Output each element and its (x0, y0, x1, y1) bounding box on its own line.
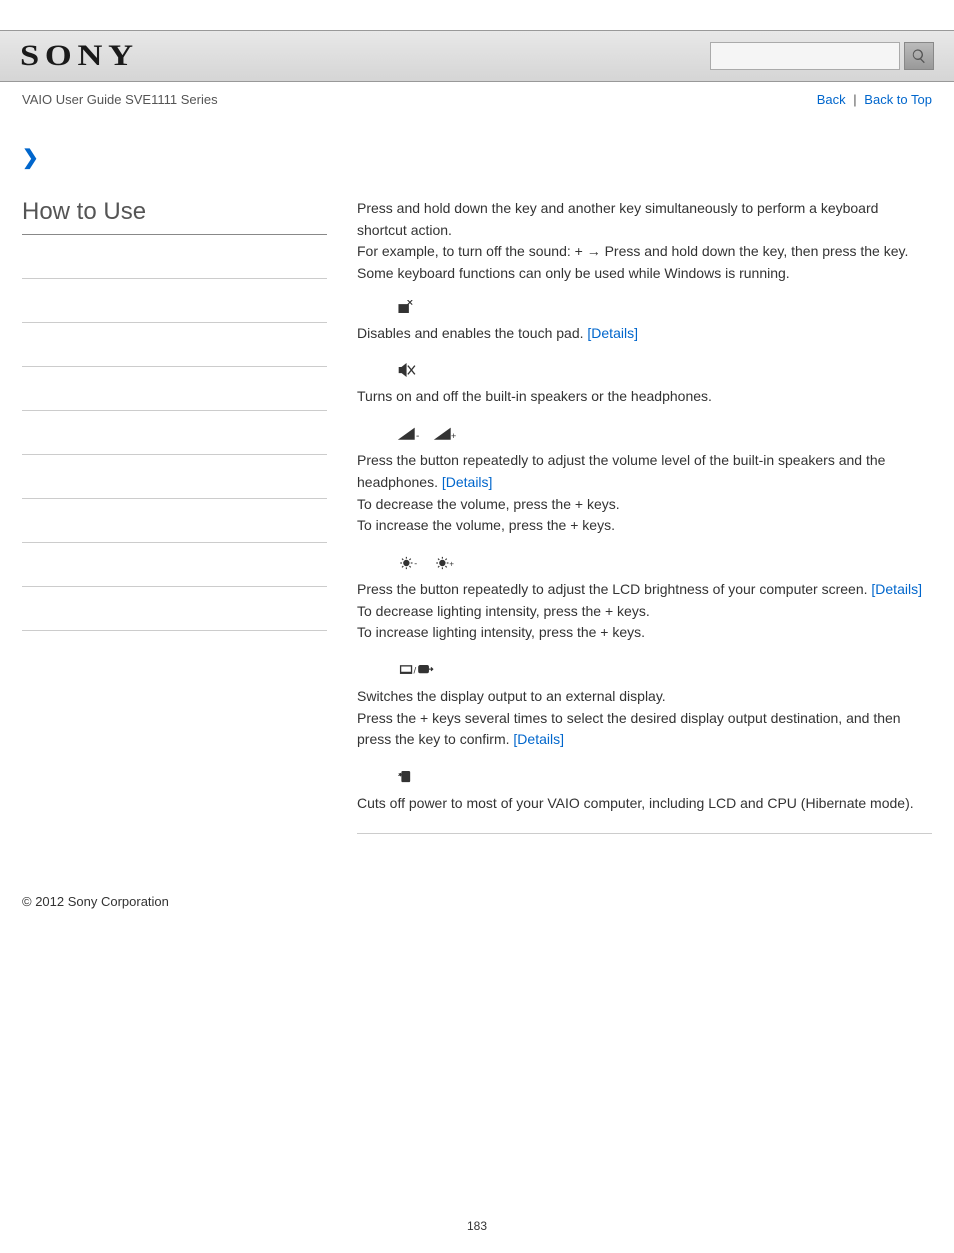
intro-text-3: Some keyboard functions can only be used… (357, 263, 932, 285)
search-icon (911, 48, 927, 64)
sidebar-item[interactable] (22, 599, 327, 631)
content-divider (357, 833, 932, 834)
nav-separator: | (849, 92, 860, 107)
sony-logo: SONY (20, 39, 139, 73)
nav-links: Back | Back to Top (817, 92, 932, 107)
header-bar: SONY (0, 30, 954, 82)
details-link-volume[interactable]: [Details] (442, 474, 493, 490)
sidebar-item[interactable] (22, 379, 327, 411)
svg-text:/: / (414, 665, 417, 676)
svg-text:-: - (416, 431, 419, 441)
speakers-text: Turns on and off the built-in speakers o… (357, 386, 932, 408)
volume-decrease-text: To decrease the volume, press the + keys… (357, 494, 932, 516)
back-link[interactable]: Back (817, 92, 846, 107)
search-area (710, 42, 934, 70)
footer-copyright: © 2012 Sony Corporation (0, 844, 954, 929)
touchpad-text: Disables and enables the touch pad. (357, 325, 587, 341)
search-input[interactable] (710, 42, 900, 70)
hibernate-text: Cuts off power to most of your VAIO comp… (357, 793, 932, 815)
intro-text-1: Press and hold down the key and another … (357, 198, 932, 241)
svg-text:+: + (449, 559, 454, 568)
sidebar-item[interactable] (22, 247, 327, 279)
details-link-brightness[interactable]: [Details] (871, 581, 922, 597)
sidebar-title: How to Use (22, 198, 327, 235)
display-text-1: Switches the display output to an extern… (357, 686, 932, 708)
guide-title: VAIO User Guide SVE1111 Series (22, 92, 218, 107)
sidebar-item[interactable] (22, 555, 327, 587)
brightness-up-icon: + (433, 556, 457, 570)
search-button[interactable] (904, 42, 934, 70)
brightness-decrease-text: To decrease lighting intensity, press th… (357, 601, 932, 623)
volume-down-icon: - (397, 427, 421, 441)
chevron-icon: ❯ (22, 145, 932, 170)
svg-text:-: - (414, 558, 417, 568)
hibernate-icon: z (397, 770, 413, 784)
touchpad-disable-icon (397, 300, 415, 314)
main-content: Press and hold down the key and another … (357, 198, 932, 834)
brightness-text: Press the button repeatedly to adjust th… (357, 581, 871, 597)
brightness-increase-text: To increase lighting intensity, press th… (357, 622, 932, 644)
volume-up-icon: + (433, 427, 457, 441)
display-text-2: Press the + keys several times to select… (357, 710, 901, 748)
intro-text-2: For example, to turn off the sound: + → … (357, 241, 932, 263)
svg-text:+: + (451, 431, 456, 441)
sidebar-item[interactable] (22, 467, 327, 499)
sidebar-item[interactable] (22, 511, 327, 543)
sidebar-item[interactable] (22, 423, 327, 455)
subheader: VAIO User Guide SVE1111 Series Back | Ba… (0, 82, 954, 115)
back-to-top-link[interactable]: Back to Top (864, 92, 932, 107)
mute-icon (397, 363, 417, 377)
volume-increase-text: To increase the volume, press the + keys… (357, 515, 932, 537)
display-output-icon: / (397, 663, 437, 677)
details-link-display[interactable]: [Details] (513, 731, 564, 747)
volume-text: Press the button repeatedly to adjust th… (357, 452, 885, 490)
sidebar: How to Use (22, 198, 327, 834)
details-link-touchpad[interactable]: [Details] (587, 325, 638, 341)
sidebar-item[interactable] (22, 291, 327, 323)
page-number: 183 (0, 1219, 954, 1253)
sidebar-item[interactable] (22, 335, 327, 367)
brightness-down-icon: - (397, 556, 421, 570)
